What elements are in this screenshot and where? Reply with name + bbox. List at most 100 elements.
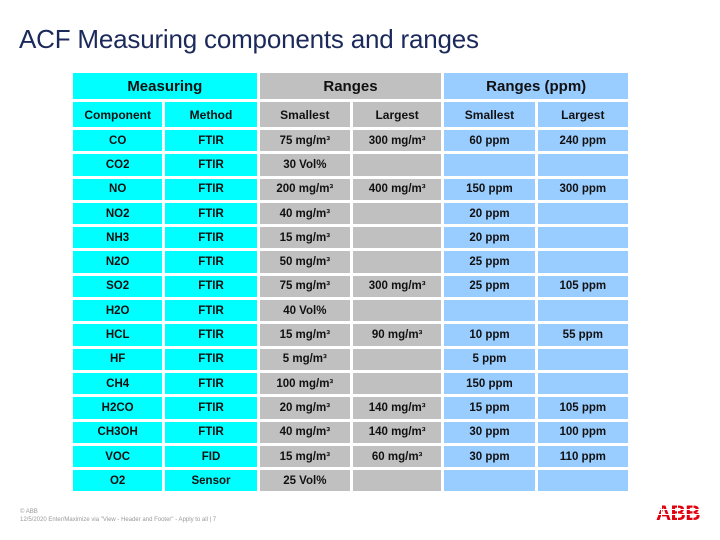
cell-component: CO [73, 130, 163, 152]
cell-ppm-largest: 55 ppm [537, 324, 628, 346]
table-row: NH3 FTIR 15 mg/m³ 20 ppm [73, 227, 628, 249]
footer-copyright: © ABB [20, 509, 38, 515]
cell-ranges-smallest: 75 mg/m³ [259, 275, 350, 298]
cell-ranges-smallest: 15 mg/m³ [259, 324, 350, 346]
cell-ranges-smallest: 5 mg/m³ [259, 348, 350, 370]
cell-ppm-smallest: 150 ppm [444, 372, 535, 395]
cell-ranges-largest: 400 mg/m³ [352, 178, 442, 200]
abb-logo-icon: ABB [652, 503, 704, 523]
cell-ppm-largest [537, 372, 628, 395]
cell-component: CO2 [73, 154, 163, 176]
cell-ppm-largest: 100 ppm [537, 421, 628, 443]
cell-ranges-largest [352, 470, 442, 492]
cell-ppm-largest [537, 470, 628, 492]
group-header-ranges: Ranges [259, 73, 442, 99]
cell-method: FTIR [165, 397, 257, 419]
cell-method: FTIR [165, 202, 257, 225]
column-header-ppm-smallest: Smallest [444, 102, 535, 127]
table-row: NO2 FTIR 40 mg/m³ 20 ppm [73, 202, 628, 225]
cell-ranges-smallest: 40 Vol% [259, 300, 350, 322]
cell-ppm-smallest: 5 ppm [444, 348, 535, 370]
cell-ppm-smallest [444, 300, 535, 322]
column-header-ranges-largest: Largest [352, 102, 442, 127]
cell-ranges-smallest: 20 mg/m³ [259, 397, 350, 419]
cell-ranges-largest [352, 348, 442, 370]
cell-ranges-largest [352, 154, 442, 176]
cell-ppm-largest: 105 ppm [537, 275, 628, 298]
cell-ppm-largest [537, 300, 628, 322]
slide-title: ACF Measuring components and ranges [19, 24, 479, 54]
table-row: VOC FID 15 mg/m³ 60 mg/m³ 30 ppm 110 ppm [73, 445, 628, 468]
abb-logo-text: ABB [656, 503, 700, 523]
cell-ppm-largest: 240 ppm [537, 130, 628, 152]
table-row: CH3OH FTIR 40 mg/m³ 140 mg/m³ 30 ppm 100 ppm [73, 421, 628, 443]
table-row: CO FTIR 75 mg/m³ 300 mg/m³ 60 ppm 240 ppm [73, 130, 628, 152]
cell-component: O2 [73, 470, 163, 492]
cell-method: FTIR [165, 154, 257, 176]
cell-ranges-largest [352, 300, 442, 322]
cell-ppm-smallest: 60 ppm [444, 130, 535, 152]
cell-ranges-largest [352, 227, 442, 249]
cell-method: FTIR [165, 300, 257, 322]
cell-component: NO2 [73, 202, 163, 225]
table-row: NO FTIR 200 mg/m³ 400 mg/m³ 150 ppm 300 ppm [73, 178, 628, 200]
group-header-measuring: Measuring [73, 73, 257, 99]
cell-component: CH4 [73, 372, 163, 395]
column-header-ppm-largest: Largest [537, 102, 628, 127]
cell-ranges-smallest: 50 mg/m³ [259, 251, 350, 273]
table-row: SO2 FTIR 75 mg/m³ 300 mg/m³ 25 ppm 105 ppm [73, 275, 628, 298]
cell-component: HF [73, 348, 163, 370]
column-header-ranges-smallest: Smallest [259, 102, 350, 127]
table-row: HCL FTIR 15 mg/m³ 90 mg/m³ 10 ppm 55 ppm [73, 324, 628, 346]
cell-ranges-largest: 60 mg/m³ [352, 445, 442, 468]
footer: © ABB 12/5/2020 Enter/Maximize via "View… [20, 509, 216, 524]
cell-component: H2CO [73, 397, 163, 419]
cell-ppm-largest [537, 202, 628, 225]
cell-component: HCL [73, 324, 163, 346]
cell-ppm-largest [537, 227, 628, 249]
cell-ppm-largest [537, 154, 628, 176]
cell-method: FTIR [165, 421, 257, 443]
cell-ranges-largest: 90 mg/m³ [352, 324, 442, 346]
cell-method: FTIR [165, 227, 257, 249]
cell-ranges-largest: 140 mg/m³ [352, 421, 442, 443]
cell-method: FTIR [165, 348, 257, 370]
cell-ppm-smallest: 15 ppm [444, 397, 535, 419]
table-body: CO FTIR 75 mg/m³ 300 mg/m³ 60 ppm 240 ppm CO2 F… [73, 130, 628, 492]
cell-ranges-smallest: 30 Vol% [259, 154, 350, 176]
cell-method: FTIR [165, 251, 257, 273]
cell-method: FTIR [165, 178, 257, 200]
column-header-row: Component Method Smallest Largest Smalle… [73, 102, 628, 127]
cell-ranges-largest [352, 202, 442, 225]
cell-ppm-smallest: 20 ppm [444, 202, 535, 225]
cell-method: FTIR [165, 324, 257, 346]
cell-ppm-smallest: 150 ppm [444, 178, 535, 200]
cell-method: FTIR [165, 275, 257, 298]
cell-method: FTIR [165, 130, 257, 152]
cell-ranges-smallest: 40 mg/m³ [259, 202, 350, 225]
cell-ranges-smallest: 100 mg/m³ [259, 372, 350, 395]
cell-ppm-largest: 300 ppm [537, 178, 628, 200]
cell-method: Sensor [165, 470, 257, 492]
cell-method: FID [165, 445, 257, 468]
table-row: HF FTIR 5 mg/m³ 5 ppm [73, 348, 628, 370]
table-row: O2 Sensor 25 Vol% [73, 470, 628, 492]
cell-component: VOC [73, 445, 163, 468]
cell-component: H2O [73, 300, 163, 322]
cell-ppm-smallest: 30 ppm [444, 421, 535, 443]
cell-ranges-largest [352, 372, 442, 395]
cell-ppm-smallest: 20 ppm [444, 227, 535, 249]
column-header-method: Method [165, 102, 257, 127]
cell-ppm-smallest: 25 ppm [444, 251, 535, 273]
cell-ranges-smallest: 200 mg/m³ [259, 178, 350, 200]
cell-ppm-smallest: 30 ppm [444, 445, 535, 468]
cell-component: CH3OH [73, 421, 163, 443]
cell-ranges-smallest: 25 Vol% [259, 470, 350, 492]
cell-ranges-smallest: 15 mg/m³ [259, 227, 350, 249]
cell-ranges-smallest: 15 mg/m³ [259, 445, 350, 468]
footer-info: 12/5/2020 Enter/Maximize via "View - Hea… [20, 516, 217, 523]
group-header-ranges-ppm: Ranges (ppm) [444, 73, 628, 99]
cell-component: SO2 [73, 275, 163, 298]
cell-ppm-largest [537, 251, 628, 273]
cell-ppm-smallest [444, 154, 535, 176]
